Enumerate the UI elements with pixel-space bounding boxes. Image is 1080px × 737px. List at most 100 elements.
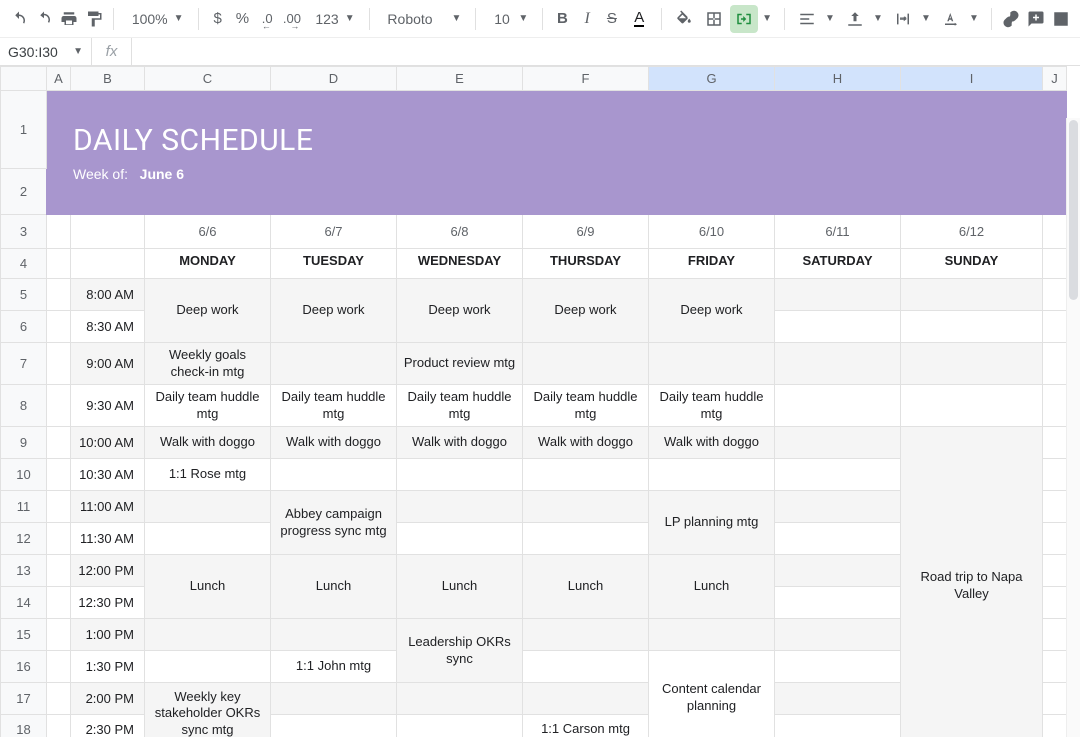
cell[interactable]: Product review mtg <box>397 343 523 385</box>
cell[interactable]: 12:00 PM <box>71 555 145 587</box>
cell[interactable]: 6/10 <box>649 215 775 249</box>
decrease-decimal-button[interactable]: .0 ← <box>256 5 279 33</box>
cell[interactable] <box>397 459 523 491</box>
bold-button[interactable]: B <box>551 5 574 33</box>
cell[interactable]: Walk with doggo <box>649 427 775 459</box>
zoom-combo[interactable]: 100% ▼ <box>122 6 190 32</box>
cell[interactable]: Weekly key stakeholder OKRs sync mtg <box>145 683 271 737</box>
row-header[interactable]: 8 <box>1 385 47 427</box>
cell[interactable] <box>523 343 649 385</box>
cell[interactable] <box>775 491 901 523</box>
cell[interactable] <box>649 343 775 385</box>
row-header[interactable]: 7 <box>1 343 47 385</box>
row-header[interactable]: 1 <box>1 91 47 169</box>
cell[interactable]: Lunch <box>397 555 523 619</box>
cell[interactable]: 6/9 <box>523 215 649 249</box>
cell[interactable] <box>271 715 397 737</box>
cell[interactable] <box>775 683 901 715</box>
row-header[interactable]: 6 <box>1 311 47 343</box>
cell[interactable]: Daily team huddle mtg <box>523 385 649 427</box>
cell[interactable] <box>775 587 901 619</box>
cell[interactable]: MONDAY <box>145 249 271 279</box>
spreadsheet-grid[interactable]: A B C D E F G H I J 1 DAILY SCHEDULE Wee… <box>0 66 1080 737</box>
cell[interactable] <box>523 683 649 715</box>
fill-color-button[interactable] <box>670 5 698 33</box>
cell[interactable]: 6/11 <box>775 215 901 249</box>
cell[interactable]: Deep work <box>145 279 271 343</box>
cell[interactable] <box>523 651 649 683</box>
row-header[interactable]: 11 <box>1 491 47 523</box>
cell[interactable]: Daily team huddle mtg <box>649 385 775 427</box>
row-header[interactable]: 12 <box>1 523 47 555</box>
cell[interactable]: WEDNESDAY <box>397 249 523 279</box>
merge-cells-button[interactable] <box>730 5 758 33</box>
cell[interactable] <box>397 715 523 737</box>
cell[interactable]: SUNDAY <box>901 249 1043 279</box>
cell[interactable]: 12:30 PM <box>71 587 145 619</box>
name-box[interactable]: G30:I30 ▼ <box>0 38 92 65</box>
cell[interactable] <box>145 523 271 555</box>
italic-button[interactable]: I <box>576 5 599 33</box>
column-header[interactable]: A <box>47 67 71 91</box>
cell[interactable]: 1:1 John mtg <box>271 651 397 683</box>
vertical-scrollbar[interactable] <box>1066 118 1080 737</box>
cell[interactable] <box>397 491 523 523</box>
cell[interactable]: 10:00 AM <box>71 427 145 459</box>
cell[interactable]: 11:00 AM <box>71 491 145 523</box>
cell[interactable] <box>523 523 649 555</box>
cell[interactable]: Deep work <box>649 279 775 343</box>
cell[interactable]: 6/6 <box>145 215 271 249</box>
cell[interactable] <box>901 279 1043 311</box>
column-header[interactable]: I <box>901 67 1043 91</box>
cell[interactable]: Walk with doggo <box>523 427 649 459</box>
cell[interactable] <box>523 491 649 523</box>
font-family-combo[interactable]: Roboto ▼ <box>377 6 467 32</box>
banner[interactable]: DAILY SCHEDULE Week of: June 6 <box>47 91 1067 215</box>
column-header[interactable]: H <box>775 67 901 91</box>
cell[interactable]: 6/8 <box>397 215 523 249</box>
cell[interactable]: Walk with doggo <box>145 427 271 459</box>
cell[interactable]: Leadership OKRs sync <box>397 619 523 683</box>
cell[interactable] <box>397 683 523 715</box>
cell[interactable]: 8:30 AM <box>71 311 145 343</box>
cell[interactable]: SATURDAY <box>775 249 901 279</box>
cell[interactable]: 9:30 AM <box>71 385 145 427</box>
row-header[interactable]: 2 <box>1 169 47 215</box>
cell[interactable] <box>775 427 901 459</box>
cell[interactable]: Abbey campaign progress sync mtg <box>271 491 397 555</box>
cell[interactable]: 9:00 AM <box>71 343 145 385</box>
column-header[interactable]: J <box>1043 67 1067 91</box>
cell[interactable]: Content calendar planning <box>649 651 775 737</box>
cell[interactable] <box>145 651 271 683</box>
formula-input[interactable] <box>132 38 1080 65</box>
row-header[interactable]: 14 <box>1 587 47 619</box>
cell[interactable]: 6/12 <box>901 215 1043 249</box>
cell[interactable]: 11:30 AM <box>71 523 145 555</box>
cell[interactable] <box>71 215 145 249</box>
cell[interactable]: Daily team huddle mtg <box>271 385 397 427</box>
cell[interactable] <box>145 491 271 523</box>
row-header[interactable]: 17 <box>1 683 47 715</box>
paint-format-button[interactable] <box>82 5 105 33</box>
redo-button[interactable] <box>33 5 56 33</box>
cell[interactable] <box>775 651 901 683</box>
text-color-button[interactable]: A <box>625 5 653 33</box>
cell[interactable]: 2:00 PM <box>71 683 145 715</box>
cell[interactable]: THURSDAY <box>523 249 649 279</box>
cell[interactable]: 1:1 Carson mtg <box>523 715 649 737</box>
cell[interactable] <box>775 343 901 385</box>
merge-cells-dropdown[interactable]: ▼ <box>758 5 776 33</box>
print-button[interactable] <box>58 5 81 33</box>
vertical-align-button[interactable] <box>841 5 869 33</box>
cell[interactable] <box>649 459 775 491</box>
cell[interactable] <box>523 619 649 651</box>
horizontal-align-button[interactable] <box>793 5 821 33</box>
cell[interactable]: 1:30 PM <box>71 651 145 683</box>
cell[interactable] <box>271 683 397 715</box>
undo-button[interactable] <box>8 5 31 33</box>
row-header[interactable]: 9 <box>1 427 47 459</box>
row-header[interactable]: 4 <box>1 249 47 279</box>
cell[interactable]: Deep work <box>397 279 523 343</box>
cell[interactable]: Walk with doggo <box>271 427 397 459</box>
cell[interactable]: TUESDAY <box>271 249 397 279</box>
